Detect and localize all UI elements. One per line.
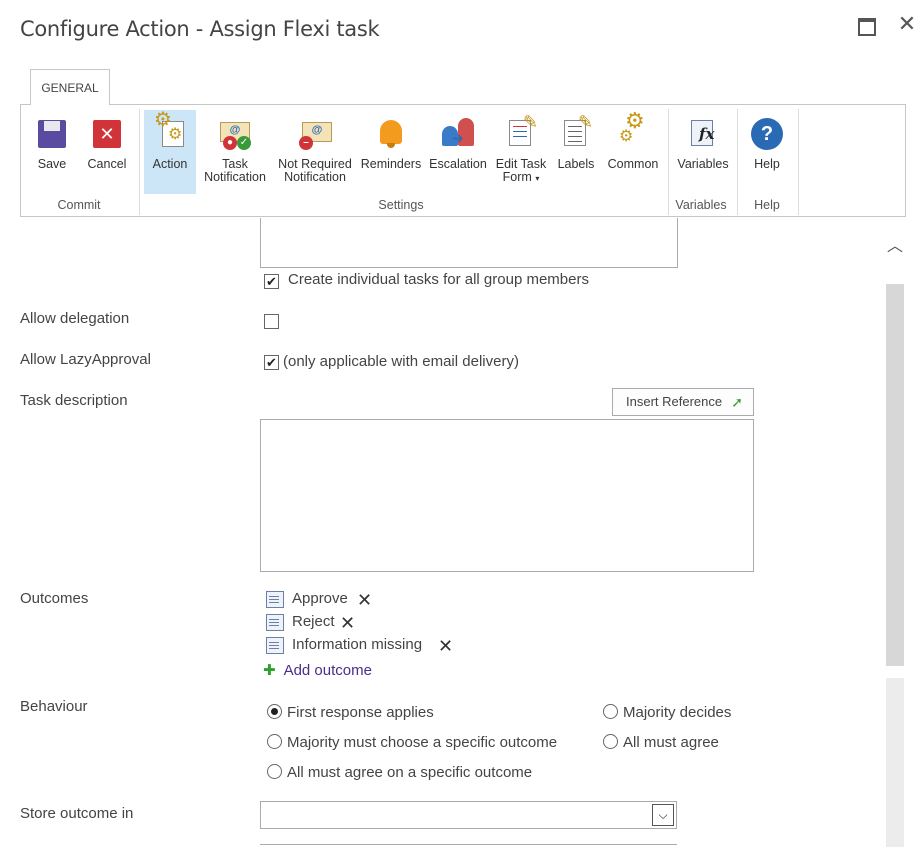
maximize-icon[interactable] [856, 14, 878, 36]
first-response-label: First response applies [287, 704, 434, 721]
outcome-item-icon [266, 614, 284, 631]
radio-all-agree-specific[interactable] [267, 764, 282, 779]
remove-x-icon[interactable]: ✕ [438, 637, 453, 655]
group-commit-label: Commit [57, 198, 101, 212]
remove-x-icon[interactable]: ✕ [340, 614, 355, 632]
insert-arrow-icon: ➚ [731, 394, 743, 410]
common-label: Common [607, 157, 659, 171]
store-outcome-label: Store outcome in [20, 805, 134, 822]
action-label: Action [152, 157, 188, 171]
action-gears-icon: ⚙ ⚙ [152, 110, 188, 152]
edit-task-form-button[interactable]: ✎ Edit Task Form ▾ [493, 110, 549, 194]
not-required-notification-icon: @ – [297, 116, 333, 152]
outcomes-label: Outcomes [20, 590, 89, 607]
add-outcome-link[interactable]: ✚ Add outcome [263, 661, 372, 679]
majority-specific-label: Majority must choose a specific outcome [287, 734, 558, 751]
chevron-up-icon[interactable]: ︿ [887, 232, 903, 256]
separator [139, 109, 140, 215]
group-variables-label: Variables [675, 198, 727, 212]
outcome-item-icon [266, 637, 284, 654]
escalation-label: Escalation [429, 157, 487, 171]
tab-general[interactable]: GENERAL [30, 69, 110, 105]
task-notification-icon: @ ● ✓ [217, 116, 253, 152]
edit-task-form-icon: ✎ [503, 113, 539, 152]
create-individual-tasks-checkbox[interactable]: ✔ [264, 274, 279, 289]
help-icon: ? [749, 116, 785, 152]
not-required-label-2: Notification [284, 170, 346, 184]
labels-icon: ✎ [558, 113, 594, 152]
save-button[interactable]: Save [27, 110, 77, 194]
not-required-notification-button[interactable]: @ – Not Required Notification [274, 110, 356, 194]
variables-button[interactable]: fx Variables [673, 110, 733, 194]
edit-task-form-label-2: Form ▾ [502, 170, 540, 184]
scrollbar-thumb[interactable] [886, 284, 904, 666]
behaviour-label: Behaviour [20, 698, 88, 715]
ribbon: Save Cancel ⚙ ⚙ Action @ ● ✓ Task Notifi… [20, 104, 906, 217]
help-label: Help [754, 157, 780, 171]
task-description-label: Task description [20, 392, 128, 409]
close-icon[interactable]: ✕ [896, 13, 918, 36]
store-outcome-select[interactable]: ⌵ [260, 801, 677, 829]
outcome-reject[interactable]: Reject [292, 613, 335, 630]
remove-x-icon[interactable]: ✕ [357, 591, 372, 609]
majority-decides-label: Majority decides [623, 704, 732, 721]
escalation-icon: ➜ [440, 116, 476, 152]
allow-lazyapproval-label: Allow LazyApproval [20, 351, 151, 368]
cancel-button[interactable]: Cancel [81, 110, 133, 194]
outcome-information-missing[interactable]: Information missing [292, 636, 422, 653]
reminders-label: Reminders [360, 157, 422, 171]
group-help-label: Help [754, 198, 780, 212]
dialog-title: Configure Action - Assign Flexi task [20, 17, 380, 41]
radio-first-response[interactable] [267, 704, 282, 719]
allow-delegation-label: Allow delegation [20, 310, 130, 327]
assignees-textbox[interactable] [260, 218, 678, 268]
all-must-agree-label: All must agree [623, 734, 719, 751]
reminders-button[interactable]: Reminders [359, 110, 423, 194]
plus-icon: ✚ [263, 662, 276, 679]
insert-reference-button[interactable]: Insert Reference ➚ [612, 388, 754, 416]
lazyapproval-note: (only applicable with email delivery) [283, 353, 519, 370]
allow-lazyapproval-checkbox[interactable]: ✔ [264, 355, 279, 370]
help-button[interactable]: ? Help [743, 110, 791, 194]
radio-all-must-agree[interactable] [603, 734, 618, 749]
radio-majority-decides[interactable] [603, 704, 618, 719]
insert-reference-label: Insert Reference [626, 394, 723, 409]
separator [737, 109, 738, 215]
variables-label: Variables [677, 157, 729, 171]
separator [798, 109, 799, 215]
task-notification-label-2: Notification [204, 170, 266, 184]
radio-majority-specific[interactable] [267, 734, 282, 749]
outcome-approve[interactable]: Approve [292, 590, 348, 607]
task-notification-button[interactable]: @ ● ✓ Task Notification [199, 110, 271, 194]
escalation-button[interactable]: ➜ Escalation [426, 110, 490, 194]
labels-button[interactable]: ✎ Labels [552, 110, 600, 194]
allow-delegation-checkbox[interactable] [264, 314, 279, 329]
chevron-down-icon: ⌵ [652, 804, 674, 826]
cancel-label: Cancel [87, 157, 127, 171]
all-agree-specific-label: All must agree on a specific outcome [287, 764, 533, 781]
create-individual-tasks-label: Create individual tasks for all group me… [288, 271, 589, 288]
scrollbar-track[interactable] [886, 678, 904, 847]
save-label: Save [37, 157, 67, 171]
bell-icon [373, 116, 409, 152]
action-button[interactable]: ⚙ ⚙ Action [144, 110, 196, 194]
variables-fx-icon: fx [685, 116, 721, 152]
cancel-icon [89, 116, 125, 152]
outcome-item-icon [266, 591, 284, 608]
save-icon [34, 116, 70, 152]
separator [668, 109, 669, 215]
task-description-textarea[interactable] [260, 419, 754, 572]
labels-label: Labels [557, 157, 595, 171]
group-settings-label: Settings [378, 198, 424, 212]
form-content: ✔ Create individual tasks for all group … [0, 218, 884, 847]
common-gears-icon: ⚙ ⚙ [619, 108, 645, 145]
vertical-scrollbar[interactable]: ︿ [884, 218, 906, 847]
common-button[interactable]: ⚙ ⚙ Common [603, 110, 663, 194]
